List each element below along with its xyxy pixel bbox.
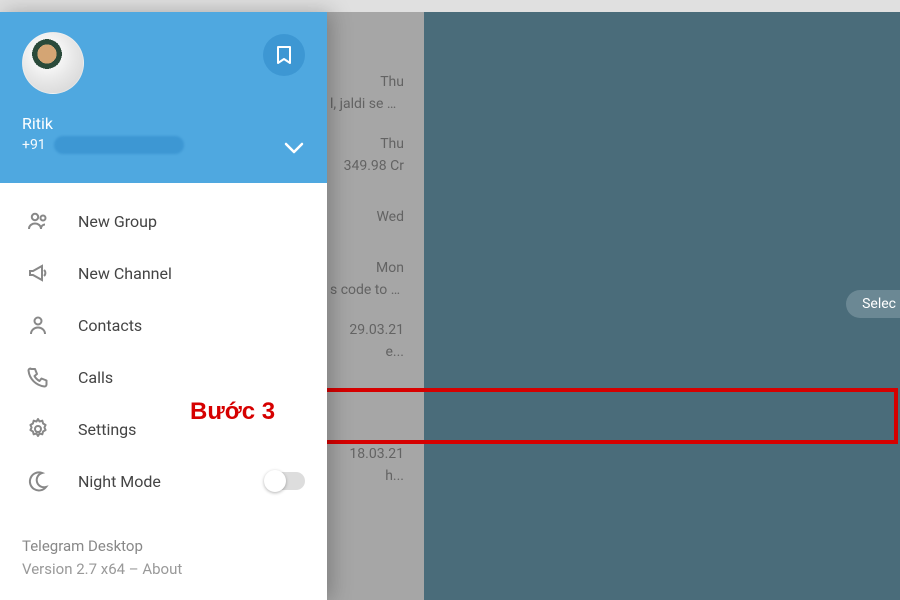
menu-label: Settings [78, 420, 136, 439]
app-name: Telegram Desktop [22, 535, 305, 558]
window-titlebar [0, 0, 900, 12]
profile-phone-masked [54, 136, 184, 154]
menu-new-channel[interactable]: New Channel [0, 247, 327, 299]
gear-icon [26, 417, 50, 441]
saved-messages-button[interactable] [263, 34, 305, 76]
person-icon [26, 313, 50, 337]
group-icon [26, 209, 50, 233]
profile-username: Ritik [22, 114, 305, 133]
menu-new-group[interactable]: New Group [0, 195, 327, 247]
menu-label: New Channel [78, 264, 172, 283]
menu-contacts[interactable]: Contacts [0, 299, 327, 351]
drawer-footer: Telegram Desktop Version 2.7 x64 – About [0, 519, 327, 600]
conversation-pane: Selec [424, 12, 900, 600]
menu-label: Contacts [78, 316, 142, 335]
menu-label: Night Mode [78, 472, 161, 491]
moon-icon [26, 469, 50, 493]
select-chat-hint: Selec [846, 290, 900, 318]
menu-calls[interactable]: Calls [0, 351, 327, 403]
bookmark-icon [275, 45, 293, 65]
chevron-down-icon [283, 141, 305, 155]
avatar[interactable] [22, 32, 84, 94]
menu-label: Calls [78, 368, 113, 387]
account-expand-button[interactable] [283, 140, 305, 159]
megaphone-icon [26, 261, 50, 285]
drawer-header: Ritik +91 [0, 12, 327, 183]
menu-night-mode[interactable]: Night Mode [0, 455, 327, 507]
phone-icon [26, 365, 50, 389]
menu-label: New Group [78, 212, 157, 231]
menu-settings[interactable]: Settings [0, 403, 327, 455]
drawer-menu: New Group New Channel Contacts Calls Set… [0, 183, 327, 519]
night-mode-toggle[interactable] [265, 472, 305, 490]
app-version[interactable]: Version 2.7 x64 – About [22, 558, 305, 581]
profile-phone-prefix: +91 [22, 137, 46, 153]
side-drawer: Ritik +91 New Group New Channel Contacts… [0, 12, 327, 600]
